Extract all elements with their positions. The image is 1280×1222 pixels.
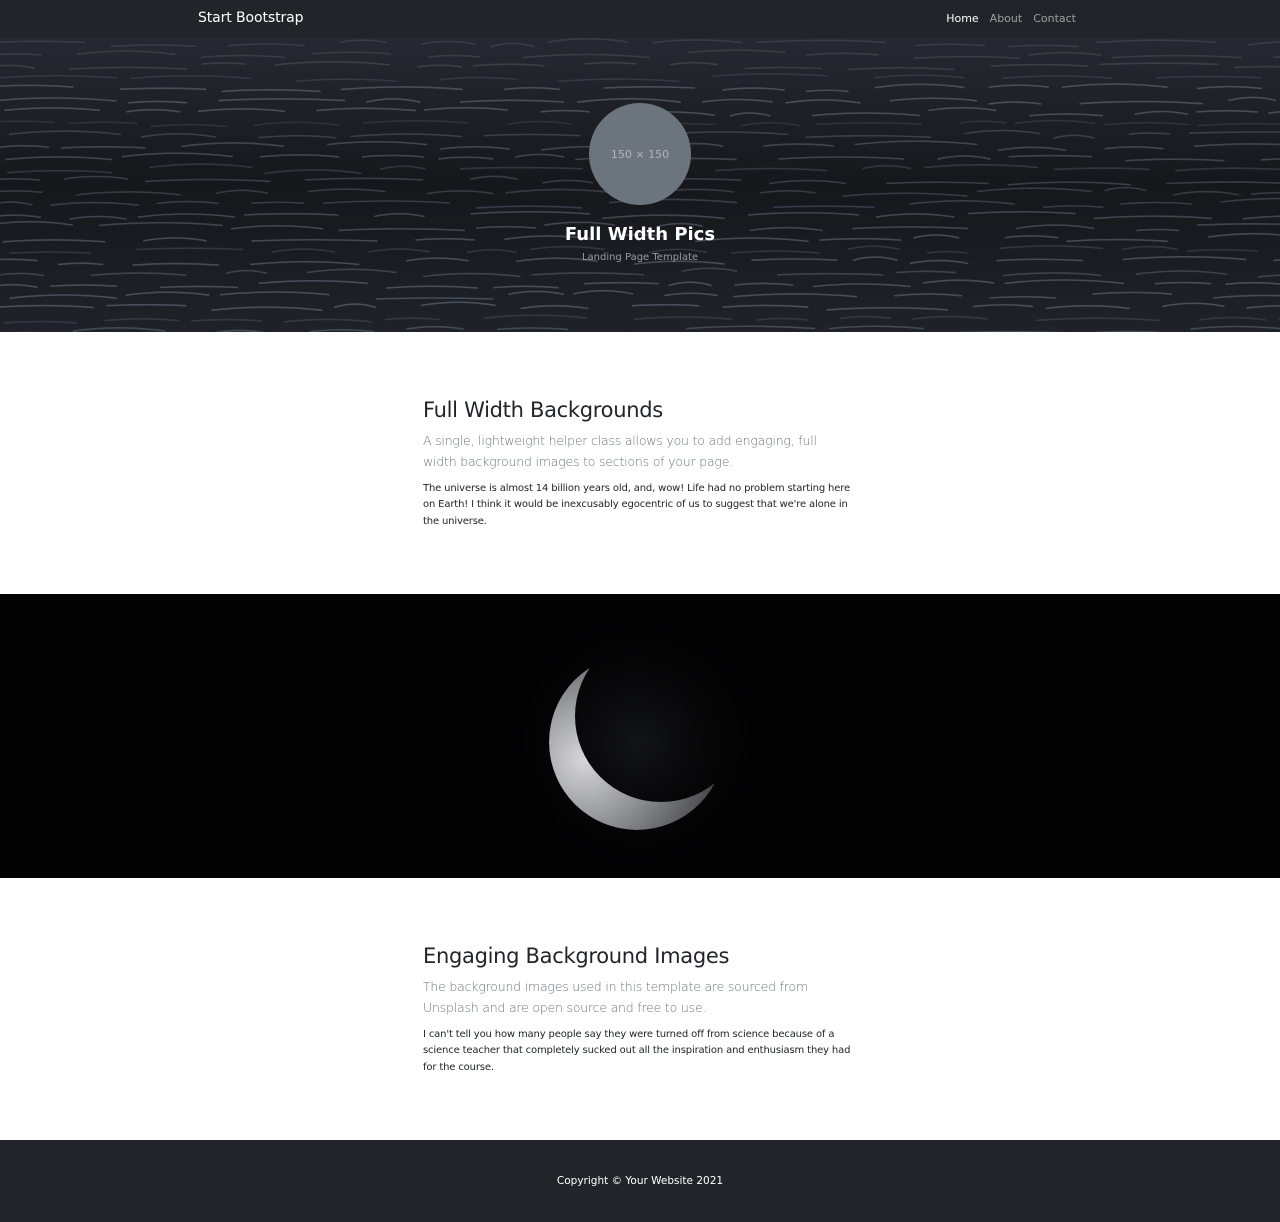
nav-link-home[interactable]: Home (946, 12, 978, 25)
content-section-2: Engaging Background Images The backgroun… (423, 944, 853, 1076)
section-lead: A single, lightweight helper class allow… (423, 433, 817, 469)
hero-title: Full Width Pics (564, 224, 716, 245)
section-body: The universe is almost 14 billion years … (423, 483, 850, 527)
section-heading: Engaging Background Images (423, 944, 730, 968)
nav-link-about[interactable]: About (990, 12, 1023, 25)
avatar-placeholder: 150 × 150 (589, 103, 691, 205)
content-section-1: Full Width Backgrounds A single, lightwe… (423, 398, 853, 530)
nav-links: Home About Contact (935, 12, 1076, 25)
nav-link-contact[interactable]: Contact (1033, 12, 1076, 25)
brand-link[interactable]: Start Bootstrap (198, 10, 303, 26)
hero-subtitle: Landing Page Template (581, 252, 699, 263)
avatar-placeholder-text: 150 × 150 (610, 147, 670, 161)
moon-background-image (0, 594, 1280, 878)
footer: Copyright © Your Website 2021 (0, 1140, 1280, 1222)
navbar: Start Bootstrap Home About Contact (0, 0, 1280, 38)
footer-copyright: Copyright © Your Website 2021 (556, 1175, 724, 1187)
hero-section: 150 × 150 Full Width Pics Landing Page T… (0, 38, 1280, 332)
section-body: I can't tell you how many people say the… (423, 1029, 851, 1073)
section-heading: Full Width Backgrounds (423, 398, 663, 422)
section-lead: The background images used in this templ… (423, 979, 808, 1015)
moon-crescent (549, 654, 725, 830)
